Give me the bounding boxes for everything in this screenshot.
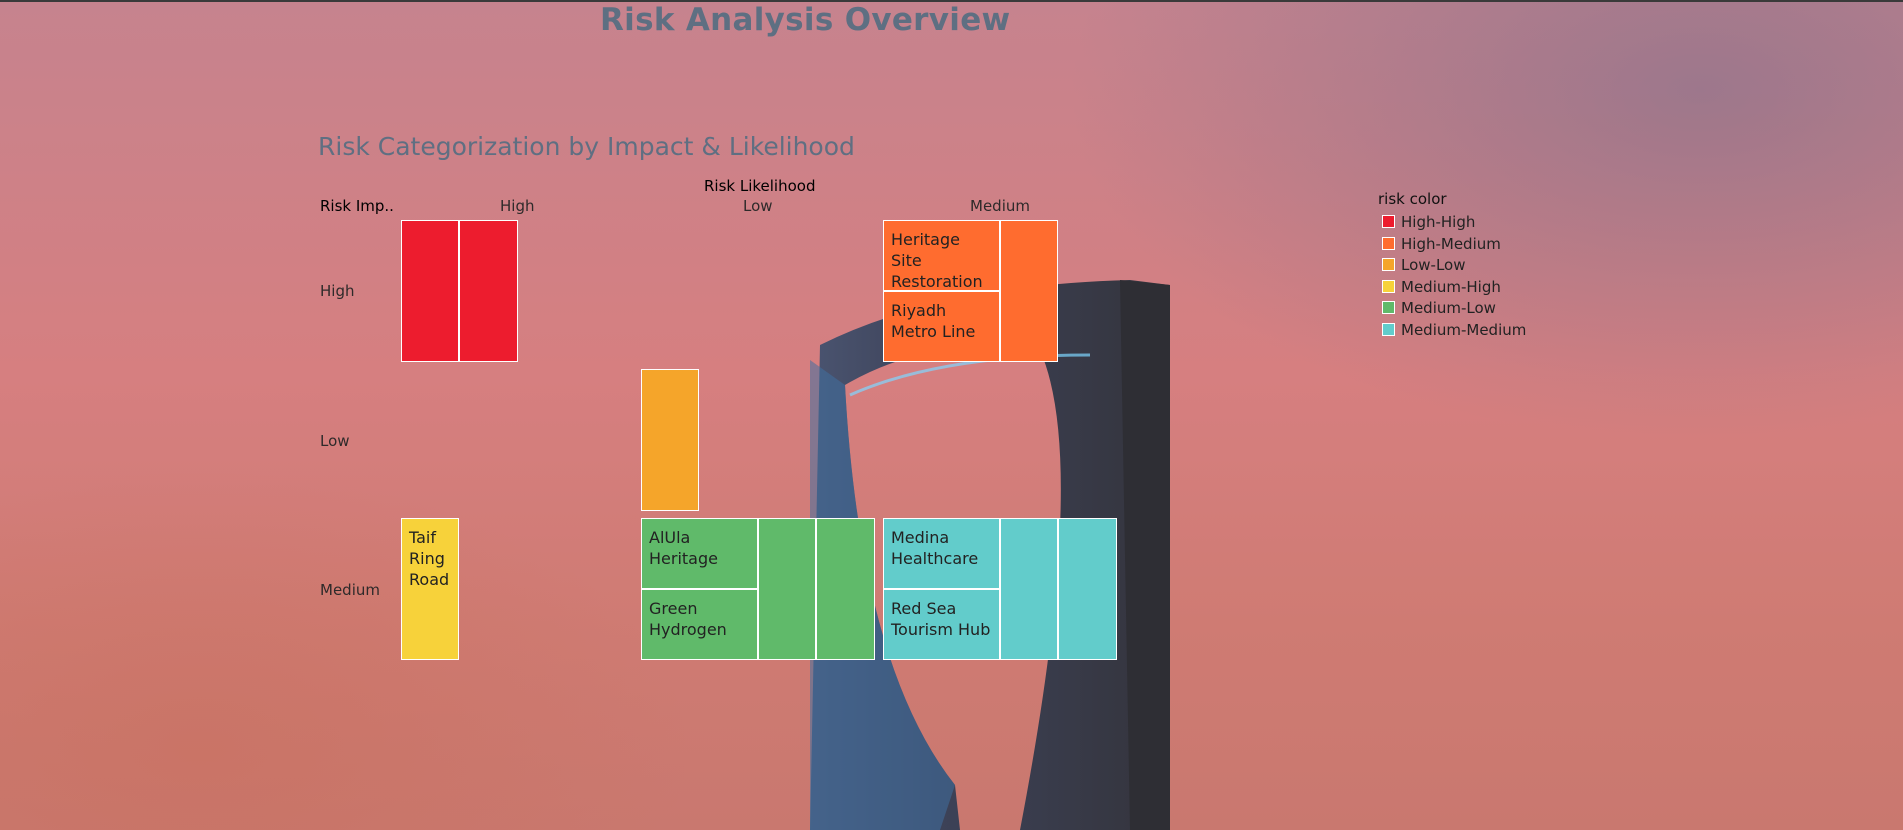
legend-title: risk color [1378,190,1447,208]
legend-swatch [1382,279,1395,293]
legend-label: Low-Low [1401,256,1466,275]
legend-swatch [1382,323,1395,336]
chart-title: Risk Categorization by Impact & Likeliho… [318,132,855,161]
legend-swatch [1382,236,1395,250]
legend-label: Medium-High [1401,277,1501,296]
legend-swatch [1382,215,1395,228]
row-axis-title: Risk Imp.. [320,197,394,215]
legend-item: High-Medium [1382,235,1501,253]
treemap-tile [1058,518,1117,660]
treemap-tile [816,518,875,660]
legend-item: Medium-Low [1382,299,1496,317]
treemap-tile [641,369,700,511]
treemap-tile: Riyadh Metro Line [883,291,1000,362]
treemap-tile [999,518,1059,660]
legend-item: Medium-High [1382,278,1501,296]
legend-label: Medium-Low [1401,299,1496,318]
page-title: Risk Analysis Overview [600,2,1011,38]
legend-item: Low-Low [1382,256,1466,274]
treemap-tile [401,220,460,362]
treemap-tile [999,220,1059,362]
legend-label: High-High [1401,213,1476,231]
treemap-tile: Taif Ring Road [401,518,460,660]
treemap-tile: Medina Healthcare [883,518,1000,589]
treemap-tile [757,518,817,660]
legend-swatch [1382,258,1395,272]
legend-swatch [1382,301,1395,315]
legend-label: Medium-Medium [1401,321,1527,339]
row-label-medium: Medium [320,581,380,599]
column-axis-title: Risk Likelihood [704,177,816,195]
legend-item: Medium-Medium [1382,321,1526,339]
treemap-tile: Green Hydrogen [641,589,758,660]
treemap-tile: AlUla Heritage [641,518,758,589]
treemap-tile [459,220,518,362]
column-label-medium: Medium [970,197,1030,215]
row-label-low: Low [320,432,350,450]
treemap-tile: Heritage Site Restoration [883,220,1000,291]
row-label-high: High [320,282,355,300]
treemap-tile: Red Sea Tourism Hub [883,589,1000,660]
legend-label: High-Medium [1401,234,1501,253]
column-label-low: Low [743,197,773,215]
legend-item: High-High [1382,213,1475,231]
column-label-high: High [500,197,535,215]
